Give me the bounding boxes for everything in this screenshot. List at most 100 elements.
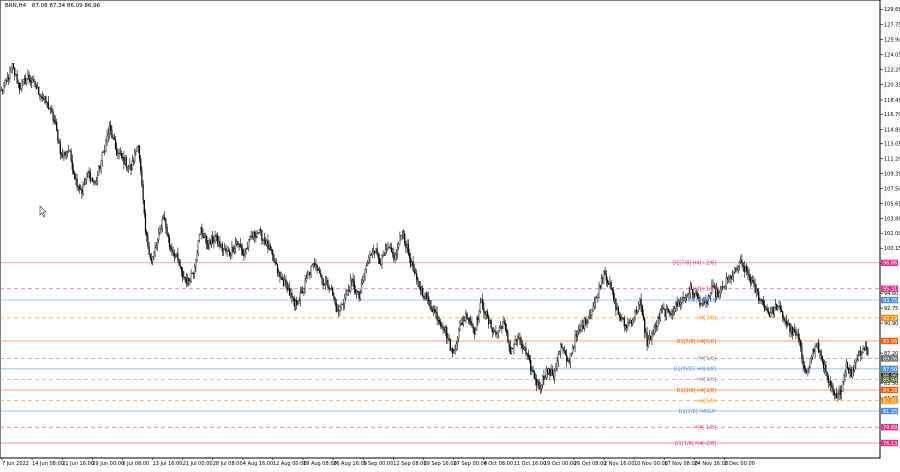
y-tick-label: 111.20 — [884, 157, 900, 163]
candle-body — [392, 252, 394, 254]
candle-body — [365, 265, 367, 270]
candle-body — [323, 283, 325, 286]
candle-body — [447, 337, 449, 339]
candle-body — [516, 339, 519, 341]
candle-body — [178, 259, 180, 266]
candle-body — [827, 376, 829, 383]
candle-body — [729, 275, 731, 278]
price-chart[interactable]: D1[7/8] H4[+2/8] H4[+1/8] D1[6/8] H4REB H4[… — [0, 0, 900, 468]
candle-body — [123, 157, 125, 165]
candle-body — [432, 309, 435, 313]
candle-body — [776, 304, 778, 310]
candle-body — [436, 312, 438, 321]
candle-body — [68, 150, 70, 152]
candle-body — [99, 166, 101, 169]
candle-body — [423, 295, 425, 299]
candle-body — [796, 334, 798, 336]
candle-body — [107, 133, 109, 137]
candle-body — [770, 312, 772, 317]
candle-body — [821, 355, 823, 362]
candle-body — [492, 331, 495, 333]
candle-body — [771, 307, 773, 313]
candle-body — [330, 287, 333, 289]
chart-window[interactable]: D1[7/8] H4[+2/8] H4[+1/8] D1[6/8] H4REB H4[… — [0, 0, 900, 468]
x-tick-label: 2 Nov 16:00 — [604, 461, 635, 467]
candle-body — [798, 338, 801, 341]
candle-body — [59, 143, 61, 154]
level-label: H4[+1/8] — [693, 287, 716, 293]
y-tick-label: 124.05 — [884, 52, 900, 58]
candle-body — [548, 368, 550, 374]
candle-body — [736, 268, 738, 270]
candle-body — [158, 232, 160, 241]
candle-body — [479, 302, 481, 312]
price-tag-label: 92.19 — [883, 316, 897, 322]
candle-body — [389, 247, 391, 249]
candle-body — [197, 240, 199, 253]
y-tick-label: 102.00 — [884, 231, 900, 237]
level-label: D1[2/8] H4SUP — [679, 409, 716, 415]
candle-body — [527, 353, 529, 357]
candle-body — [294, 300, 297, 307]
candle-body — [168, 237, 171, 247]
candle-body — [220, 244, 222, 248]
candle-body — [27, 74, 29, 79]
candle-body — [440, 322, 442, 327]
candle-body — [201, 227, 203, 234]
candle-body — [192, 272, 195, 274]
candle-body — [744, 265, 747, 272]
candle-body — [374, 250, 376, 253]
candle-body — [383, 254, 385, 256]
candle-body — [354, 289, 357, 293]
y-tick-label: 127.75 — [884, 23, 900, 29]
x-tick-label: 26 Oct 08:00 — [574, 461, 607, 467]
candle-body — [29, 79, 31, 83]
candle-body — [191, 272, 193, 274]
candle-body — [80, 188, 82, 190]
level-label: H4[3/8] — [697, 377, 716, 383]
candle-body — [28, 74, 30, 80]
candle-body — [528, 356, 531, 361]
candle-body — [58, 141, 60, 144]
candle-body — [203, 236, 205, 238]
candle-body — [232, 246, 234, 252]
candle-body — [425, 292, 427, 299]
candle-body — [737, 267, 739, 270]
candle-body — [818, 342, 820, 353]
candle-body — [794, 329, 796, 333]
candle-body — [281, 277, 283, 281]
candle-body — [202, 233, 204, 238]
candle-body — [819, 351, 821, 353]
candle-body — [844, 372, 846, 376]
candle-body — [417, 279, 419, 282]
candle-body — [660, 308, 663, 311]
candle-body — [132, 160, 135, 163]
candle-body — [11, 63, 13, 68]
x-tick-label: 5 Sep 00:00 — [363, 461, 393, 467]
candle-body — [582, 325, 585, 329]
candle-body — [287, 287, 289, 291]
candle-body — [442, 327, 444, 331]
candle-body — [434, 309, 436, 312]
candle-body — [773, 306, 775, 315]
candle-body — [16, 74, 18, 84]
candle-body — [441, 325, 443, 328]
candle-body — [341, 304, 343, 305]
candle-body — [320, 272, 322, 276]
candle-body — [659, 309, 661, 320]
candle-body — [484, 312, 486, 315]
candle-body — [71, 160, 73, 170]
price-tag-label: 76.13 — [883, 441, 897, 447]
candle-body — [131, 160, 133, 171]
candle-body — [483, 308, 485, 313]
candle-body — [147, 235, 149, 247]
candle-body — [10, 67, 12, 70]
candle-body — [665, 309, 667, 317]
candle-body — [564, 350, 567, 356]
candle-body — [100, 160, 102, 169]
time-axis[interactable]: 7 Jun 2022 14 Jun 08:0021 Jun 16:0029 Jun… — [1, 458, 755, 467]
candle-body — [305, 277, 307, 281]
candle-body — [165, 219, 167, 228]
plot-area[interactable] — [0, 0, 881, 459]
candle-body — [640, 299, 642, 307]
